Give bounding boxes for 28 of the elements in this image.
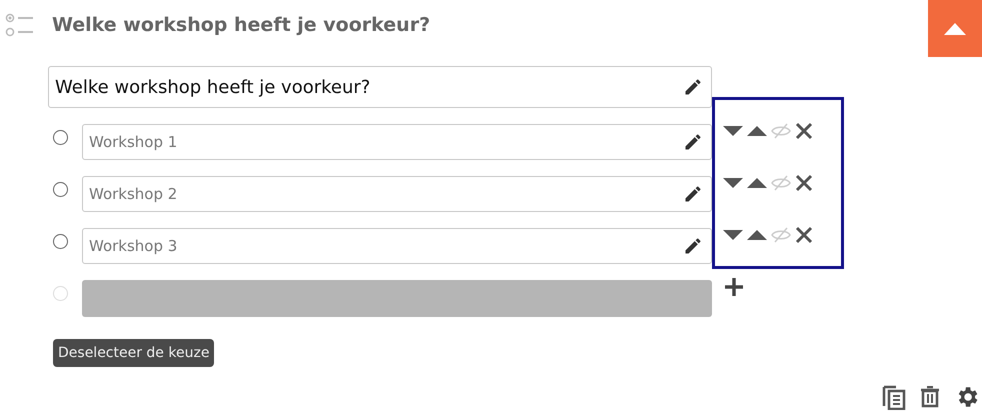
move-down-button[interactable] bbox=[723, 230, 743, 240]
option-field[interactable]: Workshop 3 bbox=[82, 228, 712, 264]
radio-button[interactable] bbox=[53, 234, 68, 248]
copy-icon[interactable] bbox=[882, 384, 906, 410]
question-title: Welke workshop heeft je voorkeur? bbox=[51, 13, 432, 36]
pencil-icon[interactable] bbox=[683, 184, 703, 204]
move-down-button[interactable] bbox=[723, 178, 743, 188]
option-field[interactable]: Workshop 2 bbox=[82, 176, 712, 212]
new-option-field[interactable] bbox=[82, 280, 712, 317]
radio-button[interactable] bbox=[53, 182, 68, 196]
close-icon[interactable] bbox=[795, 174, 813, 192]
plus-icon bbox=[724, 277, 744, 297]
move-up-button[interactable] bbox=[747, 230, 767, 240]
close-icon[interactable] bbox=[795, 226, 813, 244]
pencil-icon[interactable] bbox=[683, 132, 703, 152]
radio-button[interactable] bbox=[53, 130, 68, 144]
pencil-icon[interactable] bbox=[683, 77, 703, 97]
close-icon[interactable] bbox=[795, 122, 813, 140]
question-field[interactable]: Welke workshop heeft je voorkeur? bbox=[48, 66, 712, 108]
trash-icon[interactable] bbox=[920, 386, 940, 408]
caret-up-icon bbox=[944, 22, 966, 34]
move-up-button[interactable] bbox=[747, 126, 767, 136]
pencil-icon[interactable] bbox=[683, 236, 703, 256]
option-field[interactable]: Workshop 1 bbox=[82, 124, 712, 160]
move-up-button[interactable] bbox=[747, 178, 767, 188]
move-down-button[interactable] bbox=[723, 126, 743, 136]
collapse-button[interactable] bbox=[928, 0, 982, 57]
deselect-button[interactable]: Deselecteer de keuze bbox=[53, 339, 214, 367]
